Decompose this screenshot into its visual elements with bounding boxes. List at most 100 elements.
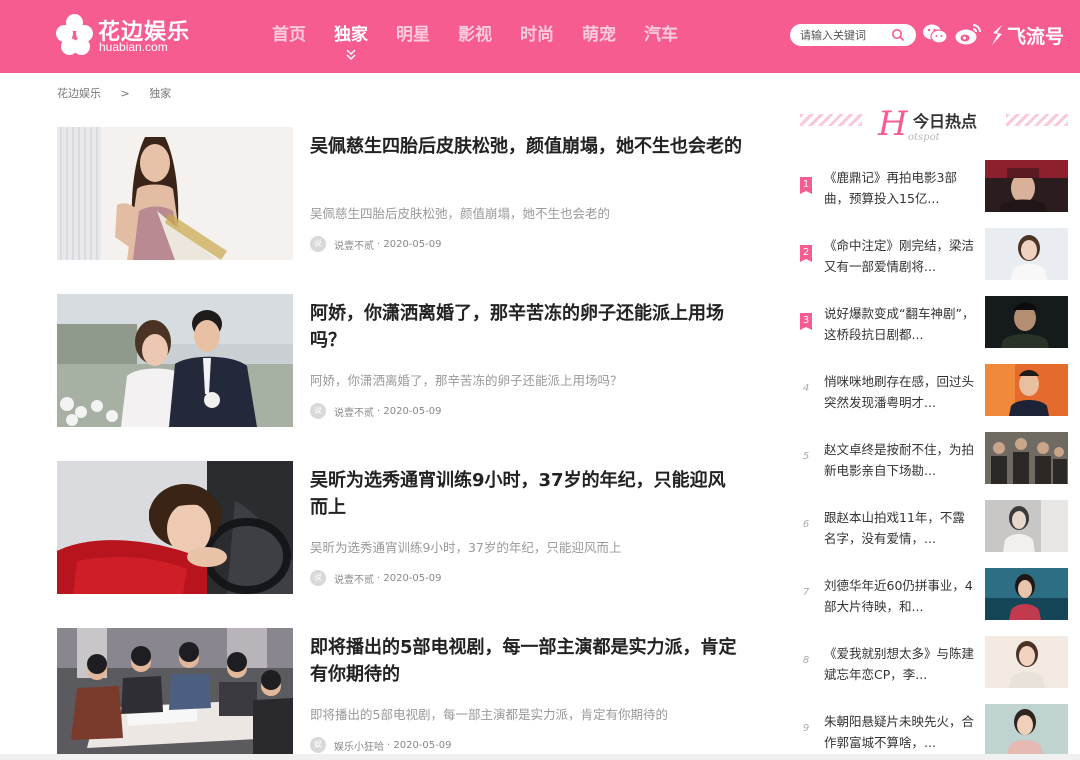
hot-item[interactable]: 5 赵文卓终是按耐不住，为拍新电影亲自下场勘... [800, 432, 1068, 484]
article-thumbnail-image [57, 628, 293, 760]
hot-item-title[interactable]: 跟赵本山拍戏11年，不露名字，没有爱情，... [824, 507, 976, 549]
hot-item-thumbnail[interactable] [985, 568, 1068, 620]
hot-item-image [985, 228, 1068, 280]
main-nav: 首页 独家 明星 影视 时尚 萌宠 汽车 [258, 0, 692, 73]
hot-item-image [985, 364, 1068, 416]
article-summary: 阿娇，你潇洒离婚了，那辛苦冻的卵子还能派上用场吗？ [310, 373, 623, 388]
hot-item-thumbnail[interactable] [985, 704, 1068, 756]
article-thumbnail[interactable] [57, 127, 293, 260]
search-icon[interactable] [891, 28, 905, 42]
article-date: · 2020-05-09 [377, 405, 442, 417]
hot-item[interactable]: 4 悄咪咪地刷存在感，回过头突然发现潘粤明才... [800, 364, 1068, 416]
article-card: 即将播出的5部电视剧，每一部主演都是实力派，肯定有你期待的 即将播出的5部电视剧… [57, 628, 747, 760]
wechat-icon[interactable] [922, 22, 948, 46]
article-author[interactable]: 说壹不贰 [334, 404, 374, 419]
hot-item-thumbnail[interactable] [985, 636, 1068, 688]
article-author[interactable]: 说壹不贰 [334, 237, 374, 252]
article-card: 吴佩慈生四胎后皮肤松弛，颜值崩塌，她不生也会老的 吴佩慈生四胎后皮肤松弛，颜值崩… [57, 127, 747, 261]
nav-item-fashion[interactable]: 时尚 [506, 0, 568, 73]
article-card: 阿娇，你潇洒离婚了，那辛苦冻的卵子还能派上用场吗？ 阿娇，你潇洒离婚了，那辛苦冻… [57, 294, 747, 428]
hot-rank-number: 8 [802, 655, 810, 666]
article-thumbnail[interactable] [57, 628, 293, 760]
chevron-down-icon [346, 49, 356, 60]
hot-item-image [985, 704, 1068, 756]
hot-item[interactable]: 7 刘德华年近60仍拼事业，4部大片待映，和... [800, 568, 1068, 620]
hot-item-title[interactable]: 《爱我就别想太多》与陈建斌忘年恋CP，李... [824, 643, 976, 685]
feiliu-link[interactable]: 飞流号 [990, 21, 1064, 49]
article-meta: 说 说壹不贰 · 2020-05-09 [310, 403, 441, 419]
author-avatar[interactable]: 说 [310, 236, 326, 252]
search-box [790, 24, 916, 46]
hot-item-title[interactable]: 赵文卓终是按耐不住，为拍新电影亲自下场勘... [824, 439, 976, 481]
hot-item-thumbnail[interactable] [985, 228, 1068, 280]
hot-item-image [985, 432, 1068, 484]
breadcrumb-home[interactable]: 花边娱乐 [57, 87, 101, 100]
article-thumbnail-image [57, 294, 293, 427]
article-summary: 吴昕为选秀通宵训练9小时，37岁的年纪，只能迎风而上 [310, 540, 622, 555]
hot-rank-badge: 2 [800, 245, 812, 262]
hot-item-image [985, 636, 1068, 688]
nav-item-film-tv[interactable]: 影视 [444, 0, 506, 73]
hot-rank-badge: 1 [800, 177, 812, 194]
hot-item[interactable]: 2 《命中注定》刚完结，梁洁又有一部爱情剧将... [800, 228, 1068, 280]
flower-logo-icon [56, 14, 94, 56]
nav-item-pets[interactable]: 萌宠 [568, 0, 630, 73]
article-meta: 说 说壹不贰 · 2020-05-09 [310, 236, 441, 252]
breadcrumb-separator: > [120, 87, 130, 100]
hot-item-title[interactable]: 《鹿鼎记》再拍电影3部曲，预算投入15亿... [824, 167, 976, 209]
nav-item-stars[interactable]: 明星 [382, 0, 444, 73]
author-avatar[interactable]: 说 [310, 403, 326, 419]
site-header: 花边娱乐 huabian.com 首页 独家 明星 影视 时尚 萌宠 汽车 请输… [0, 0, 1080, 73]
hot-item-thumbnail[interactable] [985, 364, 1068, 416]
nav-item-home[interactable]: 首页 [258, 0, 320, 73]
article-title[interactable]: 阿娇，你潇洒离婚了，那辛苦冻的卵子还能派上用场吗？ [310, 300, 742, 354]
search-input[interactable] [800, 26, 890, 44]
hot-item-title[interactable]: 刘德华年近60仍拼事业，4部大片待映，和... [824, 575, 976, 617]
hot-item[interactable]: 3 说好爆款变成“翻车神剧”，这桥段抗日剧都... [800, 296, 1068, 348]
article-date: · 2020-05-09 [377, 572, 442, 584]
site-logo[interactable]: 花边娱乐 huabian.com [56, 14, 189, 56]
nav-item-cars[interactable]: 汽车 [630, 0, 692, 73]
article-author[interactable]: 娱乐小狂哈 [334, 738, 384, 753]
hotspot-subtitle: otspot [908, 132, 940, 143]
hot-rank-number: 7 [802, 587, 810, 598]
article-title[interactable]: 吴昕为选秀通宵训练9小时，37岁的年纪，只能迎风而上 [310, 467, 742, 521]
logo-text-en: huabian.com [99, 40, 168, 54]
article-title[interactable]: 即将播出的5部电视剧，每一部主演都是实力派，肯定有你期待的 [310, 634, 742, 688]
hot-item-title[interactable]: 《命中注定》刚完结，梁洁又有一部爱情剧将... [824, 235, 976, 277]
hot-item-image [985, 296, 1068, 348]
article-author[interactable]: 说壹不贰 [334, 571, 374, 586]
breadcrumb: 花边娱乐 > 独家 [57, 85, 171, 101]
hot-item-title[interactable]: 朱朝阳悬疑片未映先火，合作郭富城不算啥，... [824, 711, 976, 753]
decorative-stripes [1006, 114, 1068, 126]
hot-item-image [985, 568, 1068, 620]
hot-item[interactable]: 8 《爱我就别想太多》与陈建斌忘年恋CP，李... [800, 636, 1068, 688]
hot-item[interactable]: 1 《鹿鼎记》再拍电影3部曲，预算投入15亿... [800, 160, 1068, 212]
feiliu-label: 飞流号 [1007, 25, 1065, 48]
author-avatar[interactable]: 说 [310, 570, 326, 586]
nav-item-exclusive[interactable]: 独家 [320, 0, 382, 73]
hot-item-title[interactable]: 悄咪咪地刷存在感，回过头突然发现潘粤明才... [824, 371, 976, 413]
article-meta: 娱 娱乐小狂哈 · 2020-05-09 [310, 737, 451, 753]
hot-rank-number: 4 [802, 383, 810, 394]
horizontal-scrollbar[interactable] [0, 754, 1080, 760]
hotspot-header: H 今日热点 otspot [800, 104, 1068, 144]
author-avatar[interactable]: 娱 [310, 737, 326, 753]
nav-item-label: 独家 [334, 25, 368, 45]
hot-rank-number: 9 [802, 723, 810, 734]
hot-item-title[interactable]: 说好爆款变成“翻车神剧”，这桥段抗日剧都... [824, 303, 976, 345]
article-title[interactable]: 吴佩慈生四胎后皮肤松弛，颜值崩塌，她不生也会老的 [310, 133, 742, 160]
hot-item-image [985, 160, 1068, 212]
weibo-icon[interactable] [954, 22, 982, 46]
hot-item-thumbnail[interactable] [985, 432, 1068, 484]
article-thumbnail[interactable] [57, 294, 293, 427]
hot-item-thumbnail[interactable] [985, 160, 1068, 212]
feiliu-icon [992, 25, 1002, 45]
hot-item[interactable]: 9 朱朝阳悬疑片未映先火，合作郭富城不算啥，... [800, 704, 1068, 756]
hot-item-thumbnail[interactable] [985, 500, 1068, 552]
breadcrumb-current: 独家 [149, 87, 172, 100]
article-thumbnail[interactable] [57, 461, 293, 594]
hot-item[interactable]: 6 跟赵本山拍戏11年，不露名字，没有爱情，... [800, 500, 1068, 552]
hot-item-image [985, 500, 1068, 552]
hot-item-thumbnail[interactable] [985, 296, 1068, 348]
